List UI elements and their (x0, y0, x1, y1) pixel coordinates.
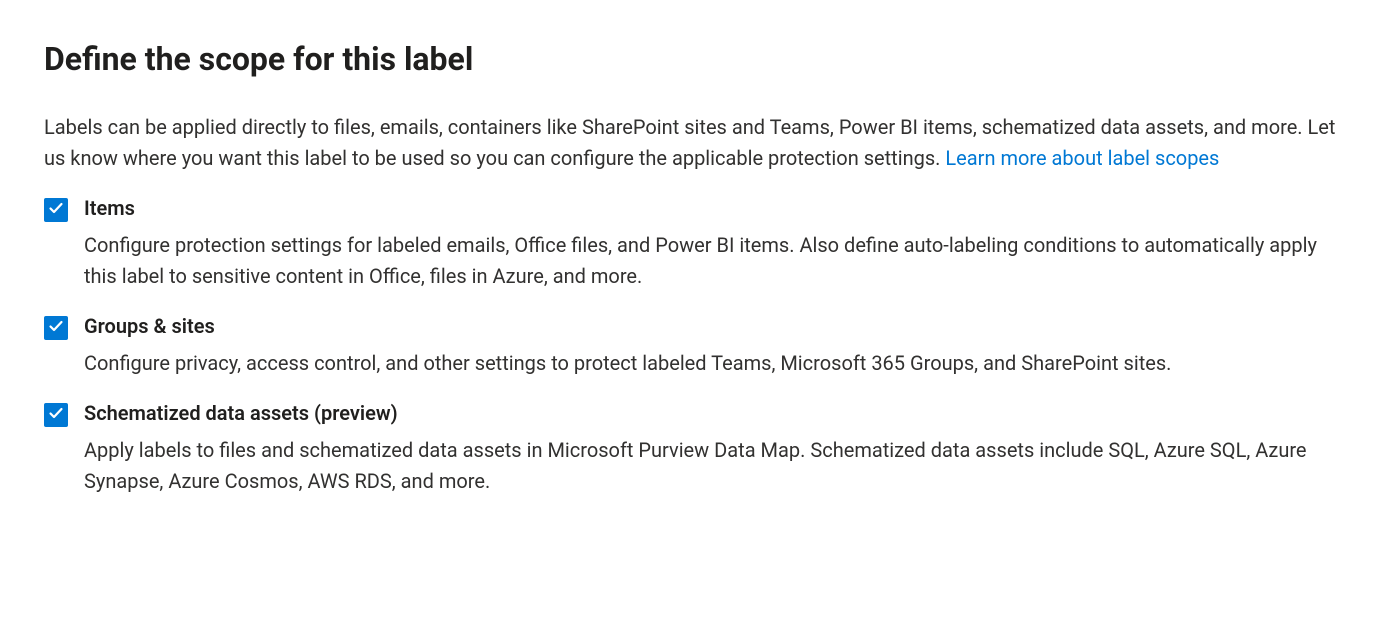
scope-option-groups-sites: Groups & sites Configure privacy, access… (44, 314, 1354, 379)
checkbox-schematized[interactable] (44, 403, 68, 427)
option-desc-groups-sites: Configure privacy, access control, and o… (84, 348, 1344, 379)
checkbox-items[interactable] (44, 198, 68, 222)
option-title-groups-sites: Groups & sites (84, 314, 1354, 338)
page-title: Define the scope for this label (44, 40, 1354, 78)
option-desc-schematized: Apply labels to files and schematized da… (84, 435, 1344, 497)
option-content: Schematized data assets (preview) Apply … (84, 401, 1354, 497)
scope-option-schematized: Schematized data assets (preview) Apply … (44, 401, 1354, 497)
option-title-items: Items (84, 196, 1354, 220)
intro-paragraph: Labels can be applied directly to files,… (44, 112, 1354, 174)
learn-more-link[interactable]: Learn more about label scopes (945, 146, 1219, 170)
checkmark-icon (48, 200, 64, 220)
option-desc-items: Configure protection settings for labele… (84, 230, 1344, 292)
checkmark-icon (48, 318, 64, 338)
option-content: Groups & sites Configure privacy, access… (84, 314, 1354, 379)
option-title-schematized: Schematized data assets (preview) (84, 401, 1354, 425)
checkmark-icon (48, 405, 64, 425)
scope-option-items: Items Configure protection settings for … (44, 196, 1354, 292)
checkbox-groups-sites[interactable] (44, 316, 68, 340)
option-content: Items Configure protection settings for … (84, 196, 1354, 292)
